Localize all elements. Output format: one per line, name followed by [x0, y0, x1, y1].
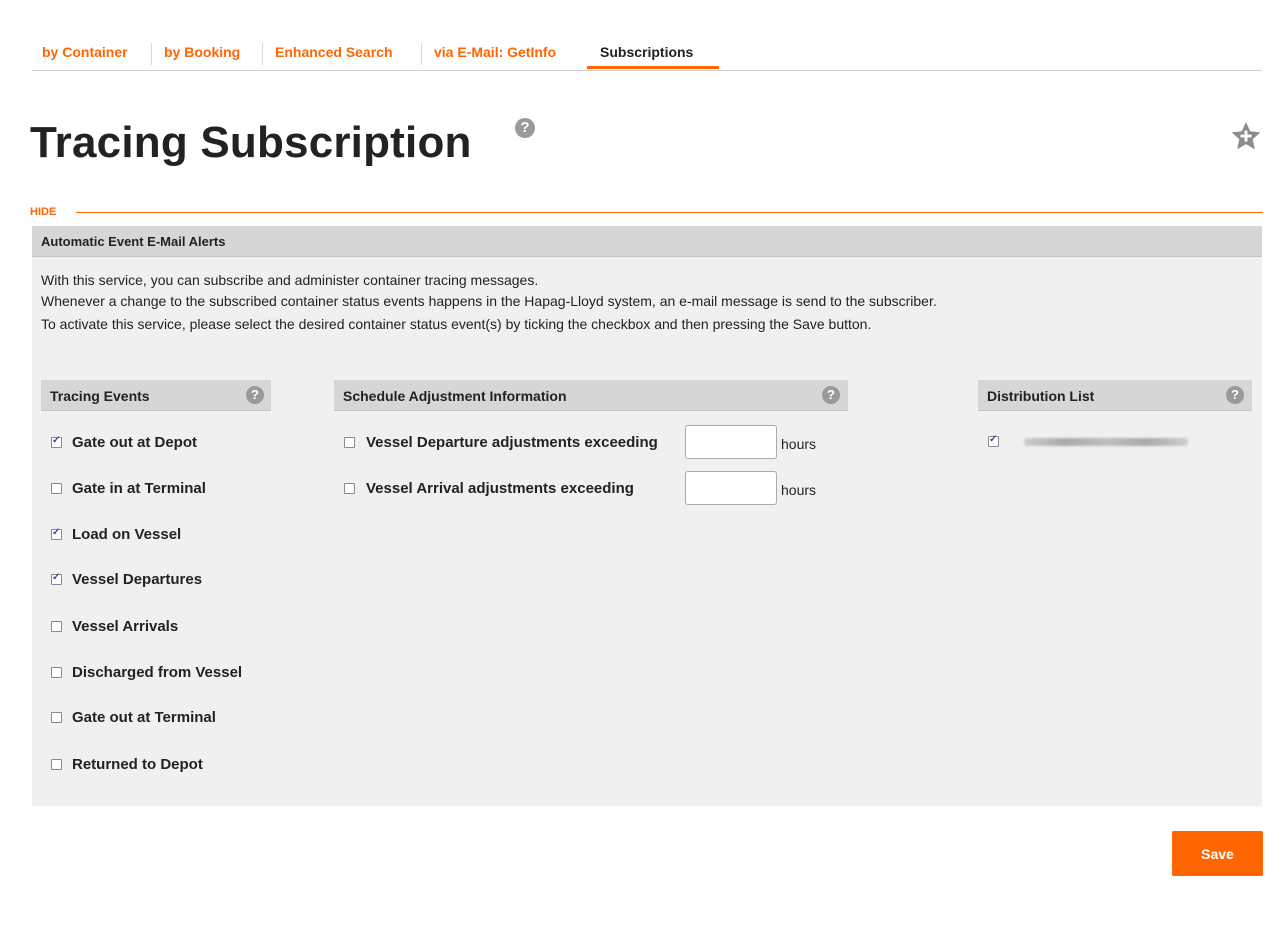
checkbox-vessel-arrival-adjustments[interactable]	[344, 483, 355, 494]
description-line: Whenever a change to the subscribed cont…	[41, 293, 937, 309]
departure-hours-input[interactable]	[685, 425, 777, 459]
label-vessel-arrival-adjustments: Vessel Arrival adjustments exceeding	[366, 480, 634, 497]
checkbox-distribution-recipient[interactable]	[988, 434, 999, 447]
label-vessel-arrivals: Vessel Arrivals	[72, 618, 179, 635]
favorite-star-icon[interactable]	[1230, 120, 1262, 152]
save-button[interactable]: Save	[1172, 831, 1263, 876]
tracing-events-header: Tracing Events ?	[41, 380, 271, 411]
departure-hours-unit: hours	[781, 436, 817, 452]
tab-divider	[421, 43, 422, 65]
schedule-adjustment-title: Schedule Adjustment Information	[343, 388, 567, 404]
checkbox-gate-out-at-depot[interactable]	[51, 435, 62, 448]
tracing-events-title: Tracing Events	[50, 388, 150, 404]
arrival-hours-unit: hours	[781, 482, 817, 498]
checkbox-gate-in-at-terminal[interactable]	[51, 483, 62, 494]
schedule-adjustment-header: Schedule Adjustment Information ?	[334, 380, 848, 411]
section-divider	[76, 212, 1263, 213]
hide-toggle-link[interactable]: HIDE	[30, 206, 56, 218]
checkbox-load-on-vessel[interactable]	[51, 527, 62, 540]
label-gate-in-at-terminal: Gate in at Terminal	[72, 480, 206, 497]
label-load-on-vessel: Load on Vessel	[72, 526, 182, 543]
help-icon[interactable]: ?	[515, 118, 535, 138]
label-gate-out-at-depot: Gate out at Depot	[72, 434, 198, 451]
tab-enhanced-search[interactable]: Enhanced Search	[275, 44, 393, 60]
description-line: To activate this service, please select …	[41, 316, 872, 332]
checkbox-vessel-departure-adjustments[interactable]	[344, 437, 355, 448]
alerts-panel-header: Automatic Event E-Mail Alerts	[32, 226, 1262, 257]
checkbox-returned-to-depot[interactable]	[51, 759, 62, 770]
alerts-panel-title: Automatic Event E-Mail Alerts	[41, 234, 226, 249]
checkbox-vessel-arrivals[interactable]	[51, 621, 62, 632]
description-line: With this service, you can subscribe and…	[41, 272, 539, 288]
tab-by-booking[interactable]: by Booking	[164, 44, 240, 60]
label-gate-out-at-terminal: Gate out at Terminal	[72, 709, 216, 726]
redacted-email-address	[1024, 438, 1188, 446]
label-vessel-departures: Vessel Departures	[72, 571, 203, 588]
label-discharged-from-vessel: Discharged from Vessel	[72, 664, 243, 681]
tab-by-container[interactable]: by Container	[42, 44, 128, 60]
active-tab-indicator	[587, 66, 719, 69]
distribution-list-title: Distribution List	[987, 388, 1095, 404]
arrival-hours-input[interactable]	[685, 471, 777, 505]
tab-via-email-getinfo[interactable]: via E-Mail: GetInfo	[434, 44, 556, 60]
label-vessel-departure-adjustments: Vessel Departure adjustments exceeding	[366, 434, 658, 451]
tab-subscriptions[interactable]: Subscriptions	[600, 44, 693, 60]
label-returned-to-depot: Returned to Depot	[72, 756, 203, 773]
checkbox-gate-out-at-terminal[interactable]	[51, 712, 62, 723]
help-icon[interactable]: ?	[246, 386, 264, 404]
tab-divider	[151, 43, 152, 65]
checkbox-discharged-from-vessel[interactable]	[51, 667, 62, 678]
help-icon[interactable]: ?	[822, 386, 840, 404]
tab-divider	[262, 43, 263, 65]
checkbox-vessel-departures[interactable]	[51, 572, 62, 585]
page-title: Tracing Subscription	[30, 118, 472, 167]
distribution-list-header: Distribution List ?	[978, 380, 1252, 411]
alerts-panel: Automatic Event E-Mail Alerts With this …	[32, 226, 1262, 806]
help-icon[interactable]: ?	[1226, 386, 1244, 404]
